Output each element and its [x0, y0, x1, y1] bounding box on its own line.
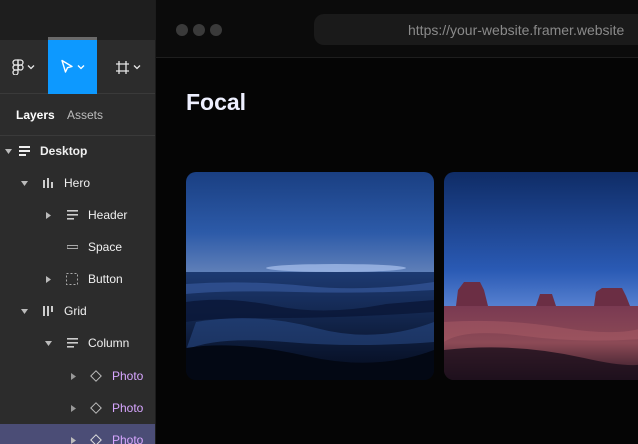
window-minimize-dot[interactable] [193, 24, 205, 36]
text-lines-icon [65, 208, 79, 222]
address-bar[interactable]: https://your-website.framer.website [314, 14, 638, 45]
browser-window: https://your-website.framer.website Foca… [155, 0, 638, 444]
layer-label: Column [88, 336, 130, 350]
caret-collapsed-icon[interactable] [69, 404, 77, 412]
layer-row-photo[interactable]: Photo [0, 360, 155, 392]
stack-layout-icon [65, 336, 79, 350]
caret-collapsed-icon[interactable] [69, 372, 77, 380]
component-diamond-icon [89, 369, 103, 383]
toolbar [0, 37, 155, 94]
frame-grid-icon [115, 60, 130, 75]
tab-assets[interactable]: Assets [67, 108, 103, 122]
layer-label: Grid [64, 304, 87, 318]
layer-label: Photo [112, 433, 144, 444]
photo-card-desert[interactable] [444, 172, 638, 380]
layer-row-grid[interactable]: Grid [0, 295, 155, 327]
layer-label: Header [88, 208, 128, 222]
tab-layers[interactable]: Layers [16, 108, 55, 122]
chevron-down-icon [27, 64, 35, 70]
layer-row-hero[interactable]: Hero [0, 167, 155, 199]
layers-panel: Layers Assets Desktop Hero Header Space … [0, 0, 155, 444]
url-text: https://your-website.framer.website [408, 22, 625, 38]
caret-expanded-icon[interactable] [20, 179, 28, 187]
photo-card-shoreline[interactable] [186, 172, 434, 380]
layer-row-button[interactable]: Button [0, 263, 155, 295]
component-diamond-icon [89, 433, 103, 444]
column-layout-icon [41, 176, 55, 190]
layer-label: Desktop [40, 144, 88, 158]
desert-photo [444, 172, 638, 380]
grid-layout-icon [41, 304, 55, 318]
caret-expanded-icon[interactable] [44, 339, 52, 347]
component-diamond-icon [89, 401, 103, 415]
layer-label: Photo [112, 401, 144, 415]
shoreline-photo [186, 172, 434, 380]
layer-row-photo[interactable]: Photo [0, 392, 155, 424]
spacer-icon [65, 240, 79, 254]
browser-chrome: https://your-website.framer.website [156, 0, 638, 58]
layer-row-space[interactable]: Space [0, 231, 155, 263]
window-close-dot[interactable] [176, 24, 188, 36]
layer-row-desktop[interactable]: Desktop [0, 135, 155, 167]
frame-tool-button[interactable] [100, 40, 155, 94]
chevron-down-icon [77, 64, 85, 70]
layer-label: Hero [64, 176, 91, 190]
stack-layout-icon [17, 144, 31, 158]
chevron-down-icon [133, 64, 141, 70]
figma-logo-icon [12, 59, 24, 75]
caret-collapsed-icon[interactable] [44, 211, 52, 219]
layer-row-column[interactable]: Column [0, 327, 155, 359]
layer-label: Space [88, 240, 123, 254]
layer-row-photo-selected[interactable]: Photo [0, 424, 155, 444]
panel-tabs: Layers Assets [0, 94, 155, 136]
figma-menu-button[interactable] [0, 40, 47, 94]
dashed-frame-icon [65, 272, 79, 286]
caret-collapsed-icon[interactable] [44, 275, 52, 283]
window-zoom-dot[interactable] [210, 24, 222, 36]
page-title: Focal [186, 89, 247, 115]
panel-top-strip [0, 0, 155, 40]
move-cursor-icon [60, 59, 74, 75]
move-tool-button[interactable] [48, 37, 97, 94]
caret-expanded-icon[interactable] [20, 307, 28, 315]
layer-label: Photo [112, 369, 144, 383]
caret-expanded-icon[interactable] [4, 147, 12, 155]
layer-label: Button [88, 272, 123, 286]
caret-collapsed-icon[interactable] [69, 436, 77, 444]
layer-row-header[interactable]: Header [0, 199, 155, 231]
